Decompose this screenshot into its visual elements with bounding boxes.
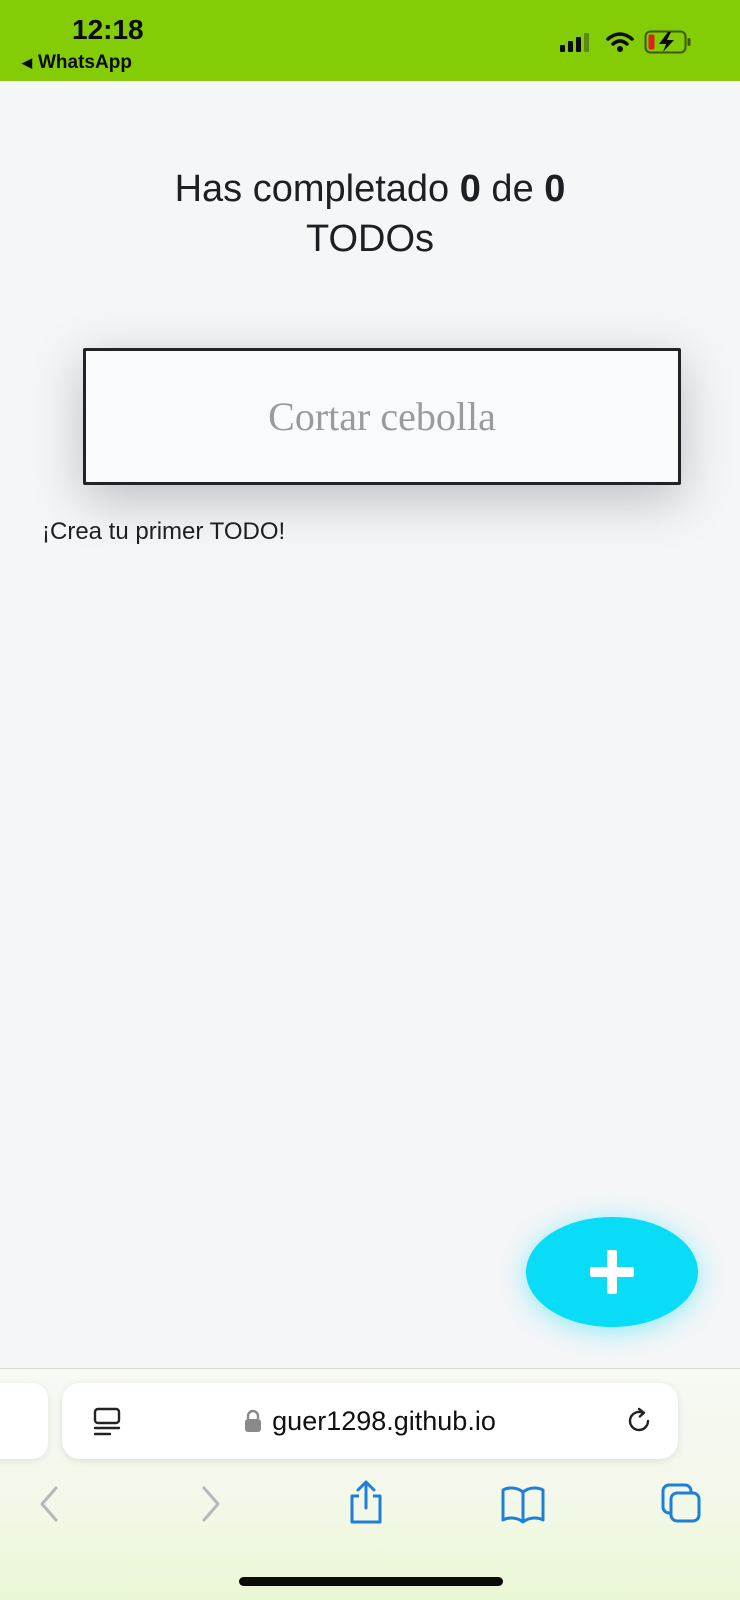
reload-icon[interactable]: [624, 1406, 654, 1436]
back-caret-icon: ◀: [22, 55, 32, 70]
total-count: 0: [544, 168, 566, 210]
completed-count: 0: [459, 168, 481, 210]
battery-charging-icon: [644, 30, 691, 54]
status-bar: 12:18 ◀ WhatsApp: [0, 0, 740, 81]
share-button[interactable]: [346, 1480, 386, 1527]
back-button[interactable]: [34, 1484, 64, 1527]
empty-state-message: ¡Crea tu primer TODO!: [42, 518, 286, 545]
bookmarks-icon: [501, 1486, 545, 1524]
back-app-label: WhatsApp: [38, 52, 132, 73]
url-text: guer1298.github.io: [272, 1405, 496, 1436]
address-bar[interactable]: guer1298.github.io: [62, 1383, 678, 1459]
plus-icon: [590, 1250, 634, 1294]
lock-icon: [245, 1409, 262, 1432]
heading-mid: de: [480, 168, 545, 210]
page-title: Has completado 0 de 0 TODOs: [0, 164, 740, 264]
wifi-icon: [606, 32, 634, 52]
bookmarks-button[interactable]: [500, 1484, 546, 1527]
share-icon: [350, 1480, 382, 1524]
tabs-button[interactable]: [660, 1482, 702, 1527]
tabs-icon: [661, 1483, 701, 1523]
add-todo-button[interactable]: [526, 1217, 698, 1327]
back-icon: [40, 1486, 58, 1522]
url-display[interactable]: guer1298.github.io: [62, 1383, 678, 1459]
forward-icon: [202, 1486, 220, 1522]
previous-tab-card[interactable]: [0, 1383, 48, 1459]
heading-suffix: TODOs: [305, 218, 435, 260]
home-indicator: [239, 1577, 503, 1586]
heading-prefix: Has completado: [174, 168, 460, 210]
signal-icon: [560, 33, 589, 52]
status-time: 12:18: [72, 14, 144, 45]
back-to-app-link[interactable]: ◀ WhatsApp: [22, 52, 132, 74]
todo-search-input[interactable]: [83, 348, 681, 485]
forward-button[interactable]: [196, 1484, 226, 1527]
